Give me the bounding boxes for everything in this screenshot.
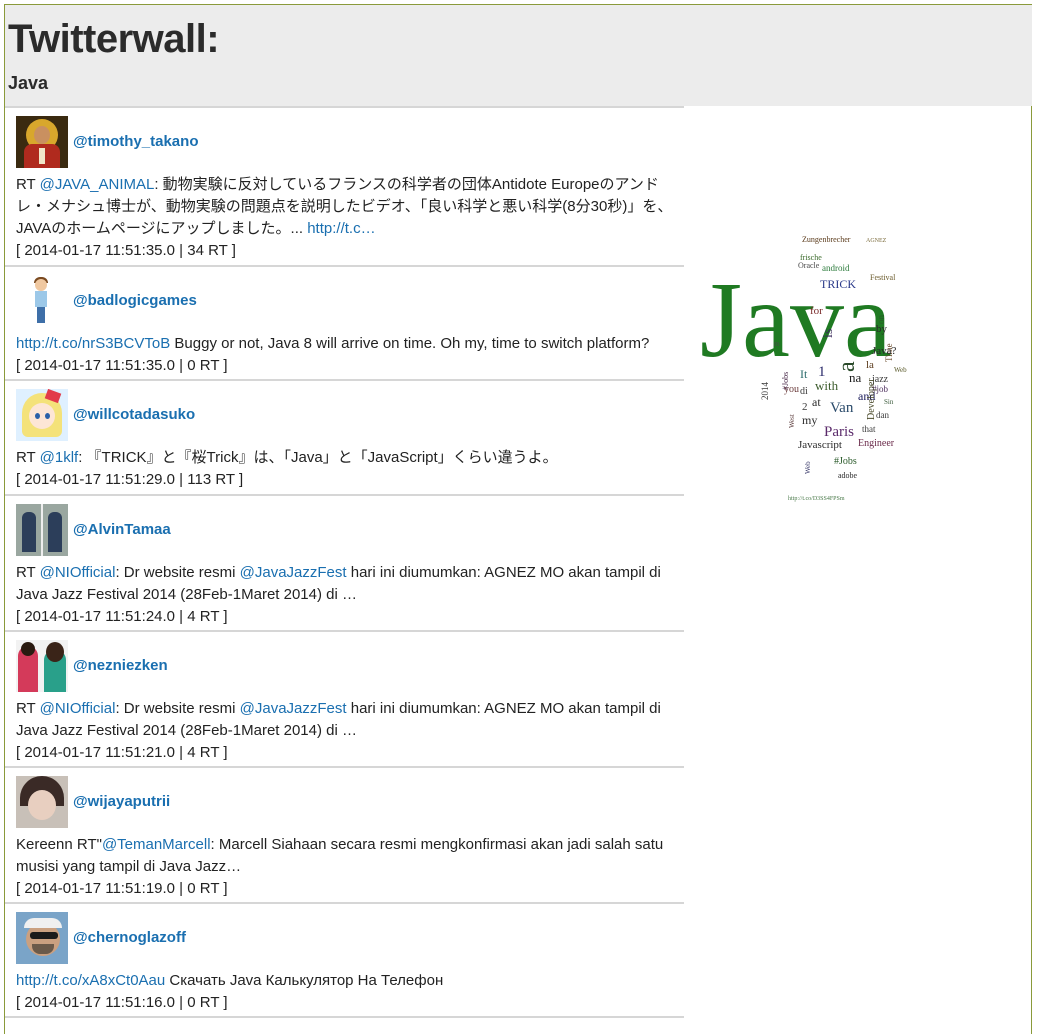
tweet-text: http://t.co/nrS3BCVToB Buggy or not, Jav…: [16, 335, 650, 352]
mention-link[interactable]: @JAVA_ANIMAL: [40, 176, 155, 193]
avatar[interactable]: [16, 912, 68, 964]
tweet-item: @AlvinTamaa RT @NIOfficial: Dr website r…: [5, 496, 684, 632]
tweet-item: @chernoglazoff http://t.co/xA8xCt0Aau Ск…: [5, 904, 684, 1018]
wordcloud-word: 2: [802, 401, 808, 413]
tweet-meta: [ 2014-01-17 11:51:19.0 | 0 RT ]: [16, 880, 228, 897]
tweet-item: @willcotadasuko RT @1klf: 『TRICK』と『桜Tric…: [5, 381, 684, 496]
tweet-link[interactable]: http://t.co/nrS3BCVToB: [16, 335, 170, 352]
wordcloud-word: Web: [894, 366, 907, 374]
tweet-meta: [ 2014-01-17 11:51:24.0 | 4 RT ]: [16, 608, 228, 625]
tweet-text: RT @1klf: 『TRICK』と『桜Trick』は、「Java」と「Java…: [16, 449, 558, 466]
wordcloud-word: di: [800, 386, 808, 397]
wordcloud-word: #Jobs: [834, 456, 857, 467]
wordcloud-word: Java?: [872, 345, 897, 357]
wordcloud-url: http://t.co/D3SS4FPSm: [788, 496, 845, 502]
page-title: Twitterwall:: [8, 17, 220, 61]
search-term: Java: [8, 73, 49, 93]
wordcloud-word: Van: [830, 400, 854, 416]
username-link[interactable]: @chernoglazoff: [73, 927, 186, 949]
page-header: Twitterwall: Java: [5, 5, 1032, 106]
wordcloud-word: Paris: [824, 424, 854, 440]
tweet-item: @nezniezken RT @NIOfficial: Dr website r…: [5, 632, 684, 768]
wordcloud-word: is: [821, 329, 836, 338]
wordcloud-word: West: [788, 414, 796, 428]
wordcloud-word: AGNEZ: [866, 238, 887, 244]
tweet-item: @badlogicgames http://t.co/nrS3BCVToB Bu…: [5, 267, 684, 381]
tweet-meta: [ 2014-01-17 11:51:29.0 | 113 RT ]: [16, 471, 244, 488]
wordcloud-word: Javascript: [798, 439, 842, 451]
mention-link[interactable]: @JavaJazzFest: [240, 700, 347, 717]
avatar[interactable]: [16, 275, 68, 327]
avatar[interactable]: [16, 640, 68, 692]
wordcloud-word: na: [849, 370, 862, 385]
username-link[interactable]: @AlvinTamaa: [73, 519, 171, 541]
wordcloud-word: that: [862, 424, 876, 434]
wordcloud-word: my: [802, 413, 817, 427]
tweet-link[interactable]: http://t.c…: [307, 220, 375, 237]
tweet-text: RT @NIOfficial: Dr website resmi @JavaJa…: [16, 700, 661, 739]
wordcloud-word: with: [815, 378, 839, 393]
wordcloud-word: dan: [876, 410, 889, 420]
wordcloud-word: 2014: [760, 382, 770, 401]
tweet-feed: @timothy_takano RT @JAVA_ANIMAL: 動物実験に反対…: [5, 106, 684, 1018]
wordcloud-word: #Jobs: [781, 372, 790, 390]
wordcloud-word: It: [800, 367, 808, 381]
tweet-meta: [ 2014-01-17 11:51:35.0 | 0 RT ]: [16, 357, 228, 374]
wordcloud-word: Web: [804, 461, 812, 474]
tweet-text: Kereenn RT"@TemanMarcell: Marcell Siahaa…: [16, 836, 664, 875]
username-link[interactable]: @willcotadasuko: [73, 404, 195, 426]
tweet-meta: [ 2014-01-17 11:51:35.0 | 34 RT ]: [16, 242, 236, 259]
mention-link[interactable]: @NIOfficial: [40, 700, 116, 717]
username-link[interactable]: @nezniezken: [73, 655, 168, 677]
avatar[interactable]: [16, 504, 68, 556]
tweet-text: RT @JAVA_ANIMAL: 動物実験に反対しているフランスの科学者の団体A…: [16, 176, 673, 237]
tweet-meta: [ 2014-01-17 11:51:21.0 | 4 RT ]: [16, 744, 228, 761]
word-cloud-image: Zungenbrecher AGNEZ frische android Orac…: [700, 235, 907, 502]
wordcloud-word: on: [876, 315, 886, 325]
username-link[interactable]: @badlogicgames: [73, 290, 197, 312]
tweet-text: http://t.co/xA8xCt0Aau Скачать Java Каль…: [16, 972, 444, 989]
tweet-item: @timothy_takano RT @JAVA_ANIMAL: 動物実験に反対…: [5, 108, 684, 267]
tweet-item: @wijayaputrii Kereenn RT"@TemanMarcell: …: [5, 768, 684, 904]
mention-link[interactable]: @TemanMarcell: [102, 836, 211, 853]
word-cloud: Zungenbrecher AGNEZ frische android Orac…: [696, 228, 966, 508]
username-link[interactable]: @wijayaputrii: [73, 791, 170, 813]
wordcloud-word: la: [866, 359, 874, 371]
tweet-link[interactable]: http://t.co/xA8xCt0Aau: [16, 972, 165, 989]
wordcloud-word: Zungenbrecher: [802, 235, 851, 244]
mention-link[interactable]: @NIOfficial: [40, 564, 116, 581]
wordcloud-word: Sin: [884, 398, 894, 406]
username-link[interactable]: @timothy_takano: [73, 131, 198, 153]
mention-link[interactable]: @1klf: [40, 449, 79, 466]
tweet-meta: [ 2014-01-17 11:51:16.0 | 0 RT ]: [16, 994, 228, 1011]
avatar[interactable]: [16, 116, 68, 168]
wordcloud-word: at: [812, 395, 821, 409]
avatar[interactable]: [16, 776, 68, 828]
wordcloud-word: adobe: [838, 471, 858, 480]
wordcloud-main: Java: [700, 261, 892, 380]
tweet-text: RT @NIOfficial: Dr website resmi @JavaJa…: [16, 564, 661, 603]
avatar[interactable]: [16, 389, 68, 441]
wordcloud-word: for: [810, 305, 823, 317]
mention-link[interactable]: @JavaJazzFest: [240, 564, 347, 581]
wordcloud-word: Engineer: [858, 438, 895, 449]
wordcloud-word: m: [774, 340, 780, 348]
